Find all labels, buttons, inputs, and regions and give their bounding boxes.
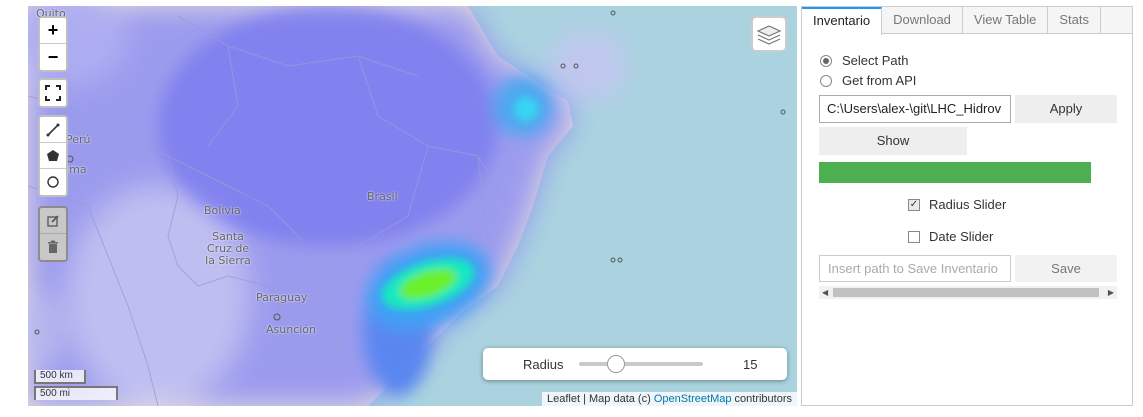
radius-slider-checkbox-row[interactable]: ✓ Radius Slider — [908, 197, 1006, 212]
map-label-asuncion: Asunción — [266, 323, 317, 336]
apply-button[interactable]: Apply — [1015, 95, 1117, 123]
tab-view-table[interactable]: View Table — [963, 7, 1049, 33]
attribution-text: | Map data (c) — [580, 393, 654, 405]
radius-value: 15 — [743, 356, 758, 372]
edit-icon — [47, 214, 59, 227]
checkbox-label: Date Slider — [929, 229, 994, 244]
tab-bar: Inventario Download View Table Stats — [802, 7, 1132, 35]
save-button[interactable]: Save — [1015, 255, 1117, 282]
zoom-in-button[interactable]: + — [40, 18, 66, 44]
radio-select-path[interactable]: Select Path — [820, 53, 909, 68]
date-slider-checkbox[interactable] — [908, 230, 920, 243]
circle-icon — [47, 176, 59, 188]
radio-button[interactable] — [820, 54, 832, 67]
radio-get-from-api[interactable]: Get from API — [820, 73, 916, 88]
map-label-brasil: Brasil — [367, 190, 398, 203]
scrollbar-thumb[interactable] — [833, 288, 1099, 297]
draw-polygon-button[interactable] — [40, 143, 66, 169]
attribution-suffix: contributors — [731, 393, 792, 405]
radius-slider-checkbox[interactable]: ✓ — [908, 198, 920, 211]
side-panel: Inventario Download View Table Stats Sel… — [801, 6, 1133, 406]
layers-icon — [756, 25, 782, 45]
trash-icon — [48, 240, 58, 253]
horizontal-scrollbar[interactable]: ◀ ▶ — [819, 286, 1117, 299]
edit-toolbar — [38, 206, 68, 262]
map-label-paraguay: Paraguay — [256, 291, 308, 304]
fullscreen-button[interactable] — [40, 80, 66, 106]
scroll-right-icon[interactable]: ▶ — [1108, 286, 1114, 299]
osm-link[interactable]: OpenStreetMap — [654, 393, 732, 405]
map-label-santa-cruz: Santa Cruz de la Sierra — [205, 230, 251, 267]
save-path-input[interactable]: Insert path to Save Inventario — [819, 255, 1011, 282]
layers-control-button[interactable] — [751, 16, 787, 52]
draw-circle-button[interactable] — [40, 169, 66, 195]
progress-bar — [819, 162, 1091, 183]
show-button[interactable]: Show — [819, 127, 967, 155]
radius-control: Radius 15 — [483, 348, 787, 380]
radio-label: Get from API — [842, 73, 917, 88]
map-label-bolivia: Bolivia — [204, 204, 241, 217]
scale-km: 500 km — [34, 370, 86, 384]
scale-mi: 500 mi — [34, 386, 118, 400]
radius-slider[interactable] — [579, 355, 703, 373]
map-label-peru: Perú — [66, 133, 91, 146]
zoom-control: + − — [38, 16, 68, 72]
zoom-out-button[interactable]: − — [40, 44, 66, 70]
polygon-icon — [47, 149, 59, 161]
map-tiles — [28, 6, 786, 406]
radio-button[interactable] — [820, 74, 832, 87]
radius-slider-handle[interactable] — [607, 355, 626, 373]
date-slider-checkbox-row[interactable]: Date Slider — [908, 229, 993, 244]
radio-label: Select Path — [842, 53, 909, 68]
map-view[interactable]: Quito Perú Lima Bolivia Santa Cruz de la… — [28, 6, 797, 406]
polyline-icon — [46, 123, 60, 136]
radius-label: Radius — [523, 356, 564, 372]
checkbox-label: Radius Slider — [929, 197, 1007, 212]
tab-inventario[interactable]: Inventario — [802, 7, 883, 35]
fullscreen-icon — [45, 85, 61, 101]
tab-download[interactable]: Download — [882, 7, 963, 33]
draw-polyline-button[interactable] — [40, 117, 66, 143]
path-input[interactable]: C:\Users\alex-\git\LHC_Hidrov — [819, 95, 1011, 123]
edit-layers-button[interactable] — [40, 208, 66, 234]
tab-stats[interactable]: Stats — [1048, 7, 1101, 33]
scroll-left-icon[interactable]: ◀ — [822, 286, 828, 299]
fullscreen-control — [38, 78, 68, 108]
map-attribution: Leaflet | Map data (c) OpenStreetMap con… — [542, 392, 797, 406]
delete-layers-button[interactable] — [40, 234, 66, 260]
draw-toolbar — [38, 115, 68, 197]
leaflet-link[interactable]: Leaflet — [547, 393, 580, 405]
